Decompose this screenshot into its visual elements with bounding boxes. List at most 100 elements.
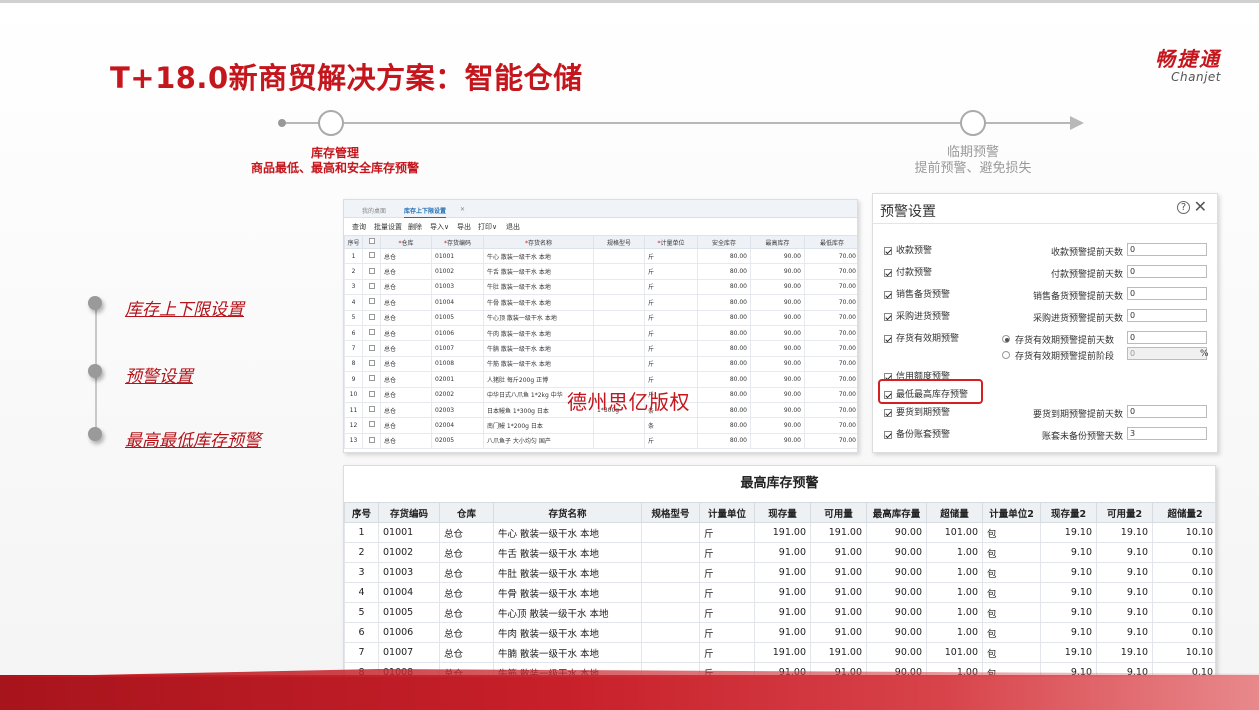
column-header[interactable] xyxy=(362,235,381,249)
column-header[interactable]: 计量单位2 xyxy=(982,502,1041,523)
field-input[interactable]: 0 xyxy=(1127,309,1207,322)
table-row[interactable]: 7 总仓 01007 牛腩 散装一级干水 本地 斤 80.00 90.00 70.00 xyxy=(344,340,857,357)
column-header[interactable]: *计量单位 xyxy=(644,235,698,249)
toolbar-print-button[interactable]: 打印∨ xyxy=(478,222,497,232)
row-checkbox[interactable] xyxy=(368,298,375,305)
checkbox[interactable] xyxy=(884,408,892,417)
table-cell: 70.00 xyxy=(804,371,857,388)
table-row[interactable]: 7 01007 总仓 牛腩 散装一级干水 本地斤 191.00 191.00 90.00 10… xyxy=(344,642,1215,663)
column-header[interactable]: 仓库 xyxy=(439,502,494,523)
select-all-checkbox[interactable] xyxy=(368,238,375,244)
column-header[interactable]: *存货名称 xyxy=(483,235,594,249)
column-header[interactable]: 存货名称 xyxy=(493,502,642,523)
tab-desktop[interactable]: 我的桌面 xyxy=(362,206,386,215)
feature-link-alert-settings[interactable]: 预警设置 xyxy=(125,362,193,387)
checkbox[interactable] xyxy=(884,312,892,321)
table-cell: 01001 xyxy=(431,247,484,265)
help-icon[interactable]: ? xyxy=(1177,201,1190,214)
field-input[interactable]: 0 xyxy=(1127,347,1207,360)
table-row[interactable]: 5 01005 总仓 牛心顶 散装一级干水 本地斤 91.00 91.00 90.00 1.0… xyxy=(344,602,1215,623)
row-checkbox[interactable] xyxy=(368,329,375,336)
alert-checkbox-row[interactable]: 备份账套预警 xyxy=(884,427,950,440)
row-checkbox[interactable] xyxy=(368,421,375,428)
row-checkbox[interactable] xyxy=(368,375,375,382)
row-checkbox[interactable] xyxy=(368,390,375,397)
column-header[interactable]: 计量单位 xyxy=(699,502,755,523)
column-header[interactable]: 最高库存量 xyxy=(866,502,927,523)
alert-checkbox-row[interactable]: 采购进货预警 xyxy=(884,309,950,322)
checkbox[interactable] xyxy=(884,430,892,439)
row-checkbox[interactable] xyxy=(368,252,375,259)
column-header[interactable]: 可用量2 xyxy=(1096,502,1153,523)
timeline-line xyxy=(282,122,1077,124)
table-row[interactable]: 12 总仓 02004 南门鳗 1*200g 日本 条 80.00 90.00 70.00 xyxy=(344,417,857,434)
table-row[interactable]: 4 总仓 01004 牛骨 散装一级干水 本地 斤 80.00 90.00 70.00 xyxy=(344,294,857,311)
alert-checkbox-row[interactable]: 销售备货预警 xyxy=(884,287,950,300)
table-row[interactable]: 13 总仓 02005 八爪鱼子 大小均匀 国产 斤 80.00 90.00 70.00 xyxy=(344,432,857,450)
toolbar-export-button[interactable]: 导出 xyxy=(457,222,471,232)
table-row[interactable]: 3 01003 总仓 牛肚 散装一级干水 本地斤 91.00 91.00 90.00 1.00… xyxy=(344,562,1215,583)
close-icon[interactable]: ✕ xyxy=(1194,197,1207,216)
table-row[interactable]: 6 01006 总仓 牛肉 散装一级干水 本地斤 91.00 91.00 90.00 1.00… xyxy=(344,622,1215,643)
table-row[interactable]: 2 01002 总仓 牛舌 散装一级干水 本地斤 91.00 91.00 90.00 1.00… xyxy=(344,542,1215,563)
alert-checkbox-row[interactable]: 存货有效期预警 xyxy=(884,331,959,344)
tab-inventory-limit[interactable]: 库存上下限设置 xyxy=(404,206,447,218)
table-row[interactable]: 1 01001 总仓 牛心 散装一级干水 本地斤 191.00 191.00 90.00 10… xyxy=(344,522,1215,543)
column-header[interactable]: 规格型号 xyxy=(641,502,700,523)
row-checkbox[interactable] xyxy=(368,344,375,351)
table-row[interactable]: 1 总仓 01001 牛心 散装一级干水 本地 斤 80.00 90.00 70.00 xyxy=(344,247,857,265)
toolbar-import-button[interactable]: 导入∨ xyxy=(430,222,449,232)
field-input[interactable]: 0 xyxy=(1127,243,1207,256)
row-checkbox[interactable] xyxy=(368,282,375,289)
row-checkbox[interactable] xyxy=(368,359,375,366)
checkbox[interactable] xyxy=(884,334,892,343)
column-header[interactable]: 序号 xyxy=(344,502,379,523)
toolbar-query-button[interactable]: 查询 xyxy=(352,222,366,232)
timeline-label-expiry: 临期预警 提前预警、避免损失 xyxy=(905,145,1041,177)
table-row[interactable]: 9 总仓 02001 人猪肚 每斤200g 正博 斤 80.00 90.00 70.00 xyxy=(344,371,857,388)
tab-close-icon[interactable]: ✕ xyxy=(460,206,465,213)
column-header[interactable]: 最低库存 xyxy=(804,235,857,249)
column-header[interactable]: 最高库存 xyxy=(750,235,805,249)
checkbox[interactable] xyxy=(884,268,892,277)
alert-checkbox-row[interactable]: 收款预警 xyxy=(884,243,932,256)
radio-button[interactable] xyxy=(1002,351,1010,359)
column-header[interactable]: 超储量 xyxy=(926,502,983,523)
toolbar-batch-button[interactable]: 批量设置 xyxy=(374,222,402,232)
field-input[interactable]: 3 xyxy=(1127,427,1207,440)
column-header[interactable]: *存货编码 xyxy=(431,235,484,249)
table-row[interactable]: 8 总仓 01008 牛筋 散装一级干水 本地 斤 80.00 90.00 70.00 xyxy=(344,355,857,373)
column-header[interactable]: 现存量 xyxy=(754,502,811,523)
toolbar-delete-button[interactable]: 删除 xyxy=(408,222,422,232)
table-row[interactable]: 4 01004 总仓 牛骨 散装一级干水 本地斤 91.00 91.00 90.00 1.00… xyxy=(344,582,1215,603)
feature-link-limit-settings[interactable]: 库存上下限设置 xyxy=(125,295,244,320)
alert-checkbox-row[interactable]: 付款预警 xyxy=(884,265,932,278)
column-header[interactable]: 现存量2 xyxy=(1040,502,1097,523)
column-header[interactable]: *仓库 xyxy=(380,235,432,249)
toolbar-exit-button[interactable]: 退出 xyxy=(506,222,520,232)
table-cell: 5 xyxy=(344,309,363,326)
table-row[interactable]: 2 总仓 01002 牛舌 散装一级干水 本地 斤 80.00 90.00 70.00 xyxy=(344,263,857,280)
radio-button[interactable] xyxy=(1002,335,1010,343)
column-header[interactable]: 可用量 xyxy=(810,502,867,523)
column-header[interactable]: 安全库存 xyxy=(697,235,751,249)
column-header[interactable]: 规格型号 xyxy=(593,235,645,249)
row-checkbox[interactable] xyxy=(368,436,375,443)
field-input[interactable]: 0 xyxy=(1127,405,1207,418)
column-header[interactable]: 超储量2 xyxy=(1152,502,1215,523)
column-header[interactable]: 存货编码 xyxy=(378,502,440,523)
checkbox[interactable] xyxy=(884,246,892,255)
field-input[interactable]: 0 xyxy=(1127,265,1207,278)
field-input[interactable]: 0 xyxy=(1127,331,1207,344)
field-input[interactable]: 0 xyxy=(1127,287,1207,300)
table-row[interactable]: 3 总仓 01003 牛肚 散装一级干水 本地 斤 80.00 90.00 70.00 xyxy=(344,278,857,296)
table-row[interactable]: 5 总仓 01005 牛心顶 散装一级干水 本地 斤 80.00 90.00 70.00 xyxy=(344,309,857,326)
alert-checkbox-row[interactable]: 要货到期预警 xyxy=(884,405,950,418)
column-header[interactable]: 序号 xyxy=(344,235,363,249)
table-row[interactable]: 6 总仓 01006 牛肉 散装一级干水 本地 斤 80.00 90.00 70.00 xyxy=(344,324,857,342)
row-checkbox[interactable] xyxy=(368,267,375,274)
feature-link-max-min-alert[interactable]: 最高最低库存预警 xyxy=(125,426,261,451)
checkbox[interactable] xyxy=(884,290,892,299)
row-checkbox[interactable] xyxy=(368,313,375,320)
row-checkbox[interactable] xyxy=(368,406,375,413)
